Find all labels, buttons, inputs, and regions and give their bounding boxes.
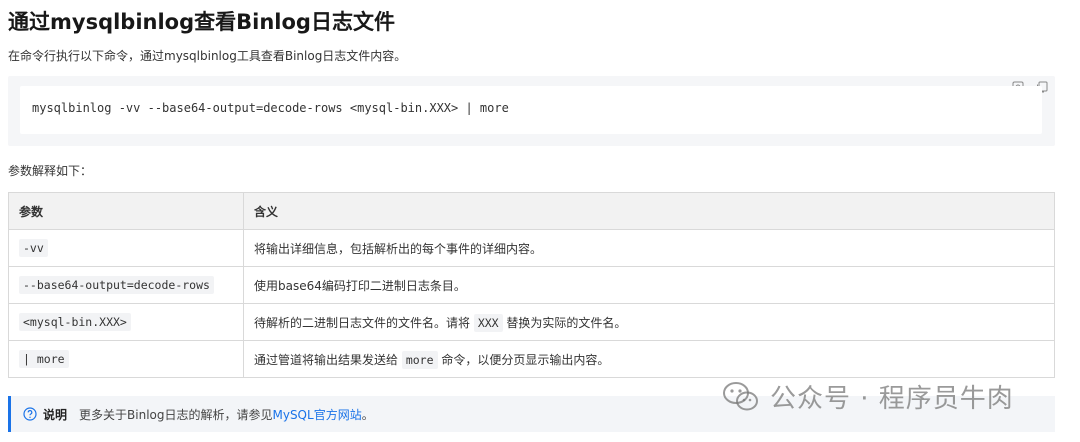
table-row: --base64-output=decode-rows 使用base64编码打印… [8,266,1055,304]
inline-code: more [401,350,438,369]
desc-cell: 使用base64编码打印二进制日志条目。 [243,266,1055,304]
wechat-icon [722,380,760,414]
inline-code: XXX [473,313,503,332]
params-label: 参数解释如下： [8,164,93,178]
help-circle-icon [23,407,37,421]
desc-text: 替换为实际的文件名。 [502,315,627,330]
desc-text: 待解析的二进制日志文件的文件名。请将 [254,315,474,330]
table-row: -vv 将输出详细信息，包括解析出的每个事件的详细内容。 [8,229,1055,267]
table-header-row: 参数 含义 [8,192,1055,230]
param-code: -vv [19,239,48,257]
desc-text: 通过管道将输出结果发送给 [254,352,402,367]
code-content: mysqlbinlog -vv --base64-output=decode-r… [20,86,1042,134]
param-cell: --base64-output=decode-rows [8,266,244,304]
watermark-text: 公众号 · 程序员牛肉 [770,384,1014,414]
table-header-desc: 含义 [243,192,1055,230]
desc-cell: 将输出详细信息，包括解析出的每个事件的详细内容。 [243,229,1055,267]
param-code: --base64-output=decode-rows [19,276,214,294]
code-line: mysqlbinlog -vv --base64-output=decode-r… [32,101,509,115]
desc-cell: 待解析的二进制日志文件的文件名。请将 XXX 替换为实际的文件名。 [243,303,1055,341]
desc-text: 命令，以便分页显示输出内容。 [437,352,610,367]
param-cell: | more [8,340,244,378]
params-table: 参数 含义 -vv 将输出详细信息，包括解析出的每个事件的详细内容。 --bas… [8,192,1055,378]
note-label: 说明 [43,407,68,422]
param-cell: <mysql-bin.XXX> [8,303,244,341]
watermark: 公众号 · 程序员牛肉 [722,378,1014,415]
param-cell: -vv [8,229,244,267]
code-block: mysqlbinlog -vv --base64-output=decode-r… [8,76,1055,146]
table-row: <mysql-bin.XXX> 待解析的二进制日志文件的文件名。请将 XXX 替… [8,303,1055,341]
param-code: <mysql-bin.XXX> [19,313,131,331]
intro-text: 在命令行执行以下命令，通过mysqlbinlog工具查看Binlog日志文件内容… [8,49,407,63]
mysql-site-link[interactable]: MySQL官方网站 [272,408,361,422]
note-body: 更多关于Binlog日志的解析，请参见 [79,407,273,422]
desc-cell: 通过管道将输出结果发送给 more 命令，以便分页显示输出内容。 [243,340,1055,378]
table-header-param: 参数 [8,192,244,230]
page-title: 通过mysqlbinlog查看Binlog日志文件 [8,10,395,34]
note-suffix: 。 [361,407,374,422]
param-code: | more [19,350,69,368]
note-text: 更多关于Binlog日志的解析，请参见MySQL官方网站。 [79,406,374,423]
table-row: | more 通过管道将输出结果发送给 more 命令，以便分页显示输出内容。 [8,340,1055,378]
